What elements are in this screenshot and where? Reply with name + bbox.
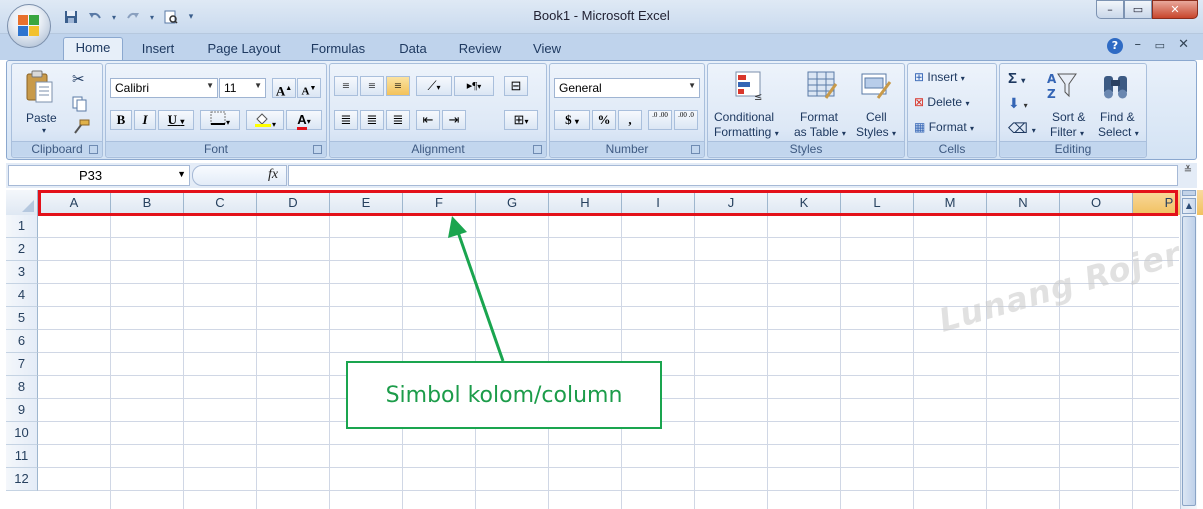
annotation-arrow <box>448 216 505 362</box>
office-button[interactable] <box>7 4 51 48</box>
annotation-text: Simbol kolom/column <box>385 382 623 408</box>
office-logo-icon <box>18 15 40 37</box>
annotation-box: Simbol kolom/column <box>346 361 662 429</box>
excel-window: ▾ ▾ ▾ Book1 - Microsoft Excel – ▭ ✕ Home <box>0 0 1203 509</box>
